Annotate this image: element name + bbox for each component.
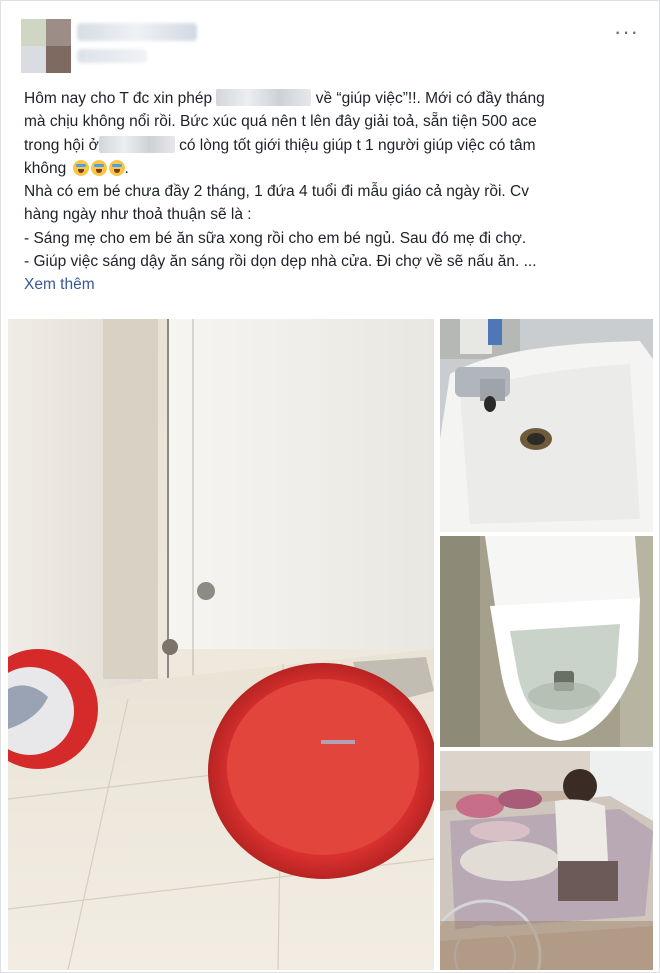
post-line: Hôm nay cho T đc xin phép về “giúp việc”… <box>24 89 545 107</box>
author-name-blurred[interactable] <box>77 23 197 41</box>
post-line: không . <box>24 159 129 177</box>
post-line: mà chịu không nổi rồi. Bức xúc quá nên t… <box>24 113 537 131</box>
room-photo[interactable] <box>440 751 653 970</box>
redacted-text <box>216 89 312 106</box>
post-card: ··· Hôm nay cho T đc xin phép về “giúp v… <box>0 0 660 973</box>
redacted-text <box>98 135 175 153</box>
avatar[interactable] <box>21 19 71 73</box>
post-line: - Sáng mẹ cho em bé ăn sữa xong rồi cho … <box>24 229 527 247</box>
toilet-photo[interactable] <box>440 536 653 747</box>
crying-emoji-icon <box>90 159 107 176</box>
post-line: hàng ngày như thoả thuận sẽ là : <box>24 206 252 224</box>
see-more-link[interactable]: Xem thêm <box>24 276 95 293</box>
crying-emoji-icon <box>108 159 125 176</box>
post-line: Nhà có em bé chưa đầy 2 tháng, 1 đứa 4 t… <box>24 183 529 201</box>
post-line: - Giúp việc sáng dậy ăn sáng rồi dọn dẹp… <box>24 253 537 271</box>
crying-emoji-icon <box>72 159 89 176</box>
bathroom-floor-photo[interactable] <box>8 319 434 970</box>
sink-photo[interactable] <box>440 319 653 532</box>
post-text: Hôm nay cho T đc xin phép về “giúp việc”… <box>24 87 644 297</box>
post-timestamp-blurred[interactable] <box>77 49 147 63</box>
post-line: trong hội ở có lòng tốt giới thiệu giúp … <box>24 135 536 154</box>
more-options-icon[interactable]: ··· <box>614 21 639 43</box>
